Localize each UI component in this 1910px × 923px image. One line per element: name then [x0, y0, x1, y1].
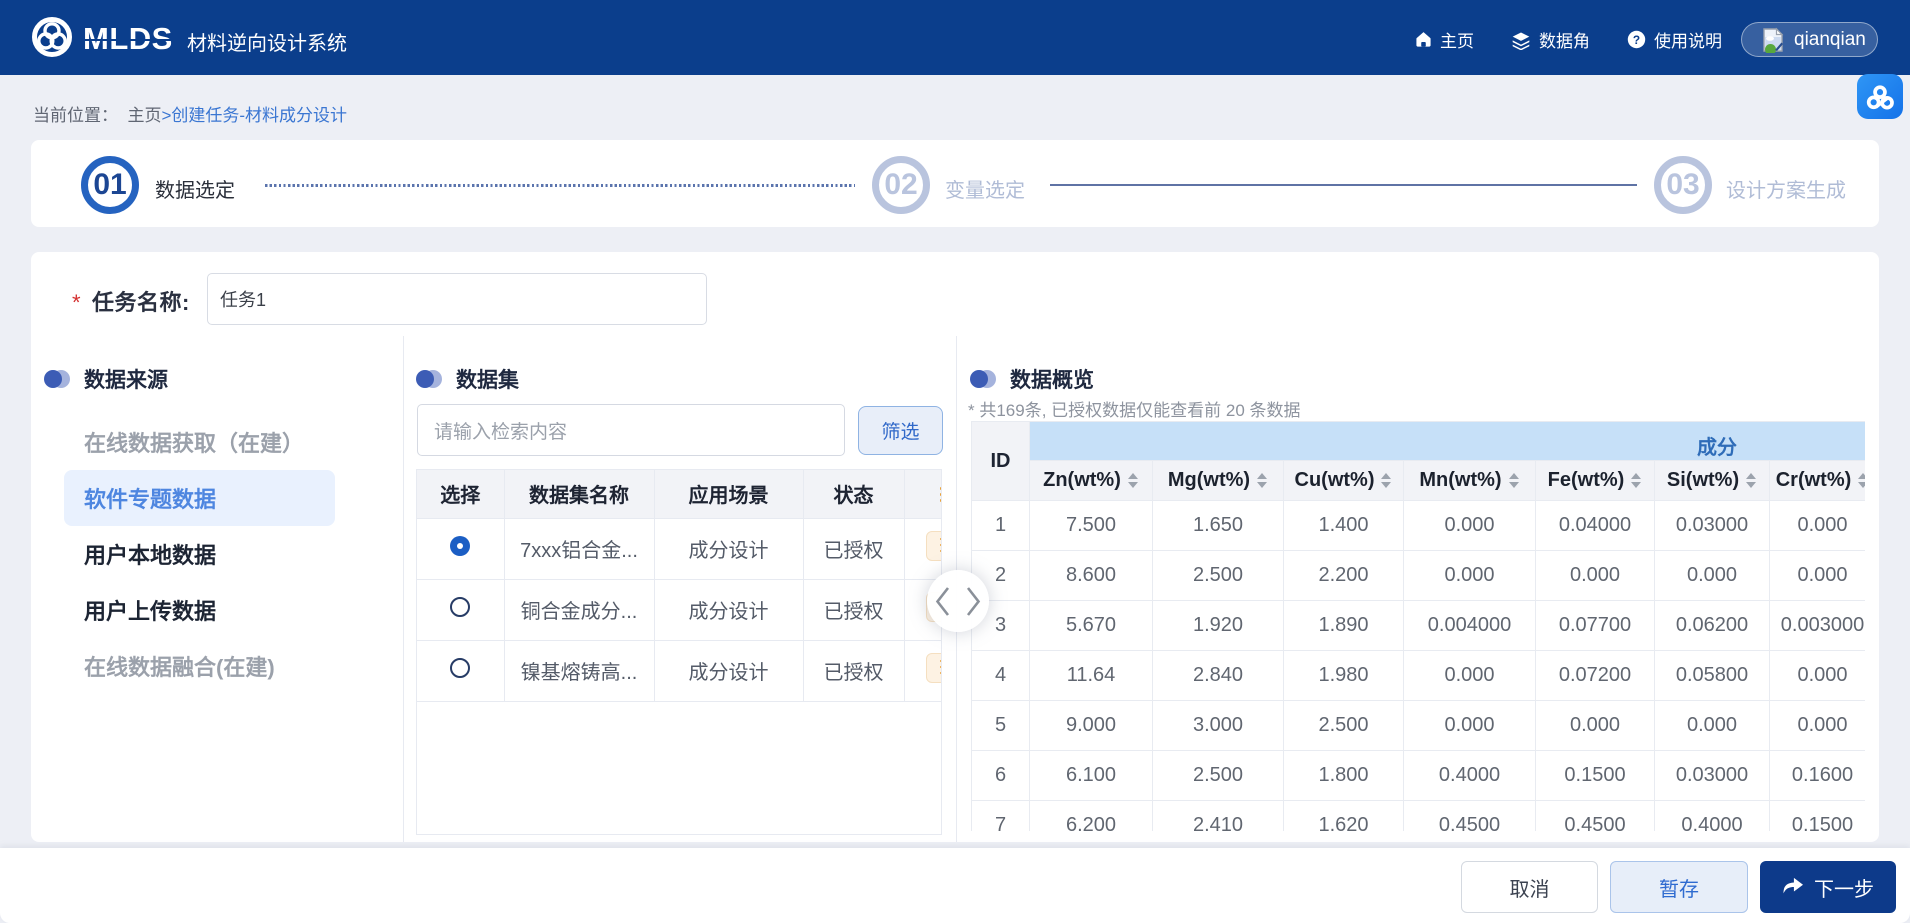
svg-text:?: ? [1633, 33, 1640, 47]
